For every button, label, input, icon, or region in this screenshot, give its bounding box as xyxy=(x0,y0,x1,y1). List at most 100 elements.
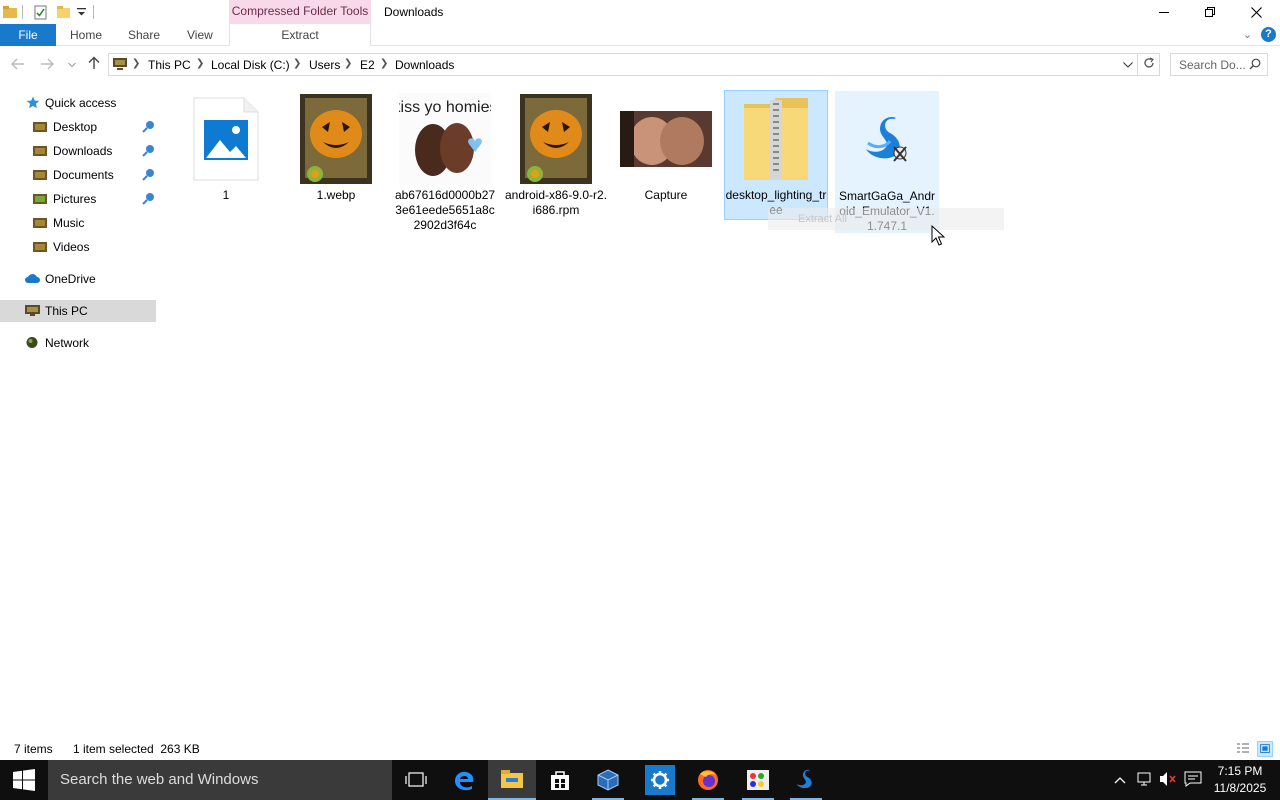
address-bar[interactable]: ❯ This PC ❯ Local Disk (C:) ❯ Users ❯ E2… xyxy=(108,53,1138,76)
thumbnail-caption: kiss yo homies xyxy=(399,99,491,116)
sidebar-item-pictures[interactable]: Pictures xyxy=(0,188,156,210)
search-input[interactable]: Search Do... xyxy=(1170,53,1268,76)
address-row: ❯ This PC ❯ Local Disk (C:) ❯ Users ❯ E2… xyxy=(0,52,1280,78)
help-icon[interactable]: ? xyxy=(1261,27,1276,42)
file-item[interactable]: android-x86-9.0-r2.i686.rpm xyxy=(504,91,608,221)
photo-thumbnail xyxy=(614,91,718,187)
properties-icon[interactable] xyxy=(33,3,48,21)
nav-quick-access[interactable]: Quick access xyxy=(0,92,156,114)
windows-logo-icon xyxy=(13,769,35,791)
taskbar: Search the web and Windows 7:15 PM 11/8/… xyxy=(0,760,1280,800)
taskbar-clock[interactable]: 7:15 PM 11/8/2025 xyxy=(1205,763,1275,797)
file-name: 1.webp xyxy=(316,188,356,202)
expand-ribbon-icon[interactable]: ⌄ xyxy=(1243,28,1252,41)
desktop-folder-icon xyxy=(33,122,47,132)
tab-view[interactable]: View xyxy=(187,24,213,46)
details-view-icon[interactable] xyxy=(1235,741,1251,757)
app-icon[interactable] xyxy=(2,3,18,21)
clock-date: 11/8/2025 xyxy=(1213,781,1267,795)
recent-locations-button[interactable] xyxy=(62,55,82,75)
file-item[interactable]: kiss yo homies ab67616d0000b273e61eede56… xyxy=(393,91,497,233)
restore-button[interactable] xyxy=(1187,0,1233,24)
address-dropdown-icon[interactable] xyxy=(1123,62,1133,68)
restore-icon xyxy=(1205,7,1215,17)
breadcrumb-e2[interactable]: E2 xyxy=(360,58,375,72)
task-view-button[interactable] xyxy=(392,760,440,800)
sidebar-item-videos[interactable]: Videos xyxy=(0,236,156,258)
clock-time: 7:15 PM xyxy=(1217,764,1263,778)
tab-home[interactable]: Home xyxy=(70,24,102,46)
taskbar-search[interactable]: Search the web and Windows xyxy=(48,760,392,800)
documents-folder-icon xyxy=(33,170,47,180)
customize-toolbar-icon[interactable] xyxy=(77,3,86,21)
cloud-icon xyxy=(25,274,40,283)
close-button[interactable] xyxy=(1233,0,1279,24)
sidebar-item-music[interactable]: Music xyxy=(0,212,156,234)
breadcrumb-local-disk[interactable]: Local Disk (C:) xyxy=(211,58,290,72)
item-count: 7 items xyxy=(14,742,53,756)
taskbar-settings[interactable] xyxy=(636,760,684,800)
taskbar-store[interactable] xyxy=(536,760,584,800)
large-icons-view-icon[interactable] xyxy=(1257,741,1273,757)
file-name: Capture xyxy=(644,188,688,202)
show-hidden-icons-button[interactable] xyxy=(1114,772,1126,787)
start-button[interactable] xyxy=(0,760,48,800)
file-item-selected[interactable]: desktop_lighting_tree xyxy=(724,90,828,220)
this-pc-icon xyxy=(25,305,40,316)
pin-icon[interactable] xyxy=(141,168,155,182)
forward-button[interactable] xyxy=(37,55,57,75)
file-name: ab67616d0000b273e61eede5651a8c2902d3f64c xyxy=(394,188,496,232)
pin-icon[interactable] xyxy=(141,144,155,158)
back-button[interactable] xyxy=(8,55,28,75)
tab-file[interactable]: File xyxy=(0,24,56,46)
taskbar-edge[interactable] xyxy=(440,760,488,800)
minimize-button[interactable] xyxy=(1141,0,1187,24)
back-arrow-icon xyxy=(11,58,24,70)
zip-folder-icon xyxy=(725,91,827,187)
up-button[interactable] xyxy=(84,55,104,75)
taskbar-file-explorer[interactable] xyxy=(488,760,536,800)
swan-app-icon xyxy=(836,92,938,188)
tab-extract[interactable]: Extract xyxy=(229,24,371,46)
nav-this-pc[interactable]: This PC xyxy=(0,300,156,322)
new-folder-icon[interactable] xyxy=(56,3,71,21)
pin-icon[interactable] xyxy=(141,120,155,134)
search-icon xyxy=(1249,58,1261,70)
sidebar-item-desktop[interactable]: Desktop xyxy=(0,116,156,138)
file-item[interactable]: Capture xyxy=(614,91,718,211)
nav-network[interactable]: Network xyxy=(0,332,156,354)
network-tray-button[interactable] xyxy=(1137,771,1153,790)
image-file-icon xyxy=(174,91,278,187)
action-center-button[interactable] xyxy=(1184,771,1202,790)
nav-onedrive[interactable]: OneDrive xyxy=(0,268,156,290)
network-icon xyxy=(26,337,38,348)
breadcrumb-this-pc[interactable]: This PC xyxy=(148,58,191,72)
pumpkin-image-thumbnail xyxy=(504,91,608,187)
taskbar-paint[interactable] xyxy=(734,760,782,800)
breadcrumb-users[interactable]: Users xyxy=(309,58,340,72)
compressed-folder-tools-tab[interactable]: Compressed Folder Tools xyxy=(229,0,371,24)
volume-button[interactable] xyxy=(1159,771,1177,790)
refresh-button[interactable] xyxy=(1138,53,1160,76)
navigation-pane: Quick access Desktop Downloads Documents… xyxy=(0,88,158,738)
breadcrumb-downloads[interactable]: Downloads xyxy=(395,58,454,72)
firefox-icon xyxy=(698,770,718,790)
taskbar-smartgaga[interactable] xyxy=(782,760,830,800)
sidebar-item-documents[interactable]: Documents xyxy=(0,164,156,186)
close-icon xyxy=(1250,6,1262,18)
file-name: android-x86-9.0-r2.i686.rpm xyxy=(504,188,608,217)
network-tray-icon xyxy=(1137,772,1151,786)
file-item[interactable]: 1.webp xyxy=(284,91,388,211)
status-bar: 7 items 1 item selected 263 KB xyxy=(0,738,1280,760)
tab-share[interactable]: Share xyxy=(128,24,160,46)
cube-icon xyxy=(597,769,619,791)
file-explorer-window: Compressed Folder Tools Downloads File H… xyxy=(0,0,1280,760)
file-item[interactable]: 1 xyxy=(174,91,278,211)
sidebar-item-downloads[interactable]: Downloads xyxy=(0,140,156,162)
taskbar-virtualbox[interactable] xyxy=(584,760,632,800)
taskbar-firefox[interactable] xyxy=(684,760,732,800)
window-title: Downloads xyxy=(384,5,444,19)
pin-icon[interactable] xyxy=(141,192,155,206)
pumpkin-image-thumbnail xyxy=(284,91,388,187)
task-view-icon xyxy=(405,772,427,787)
